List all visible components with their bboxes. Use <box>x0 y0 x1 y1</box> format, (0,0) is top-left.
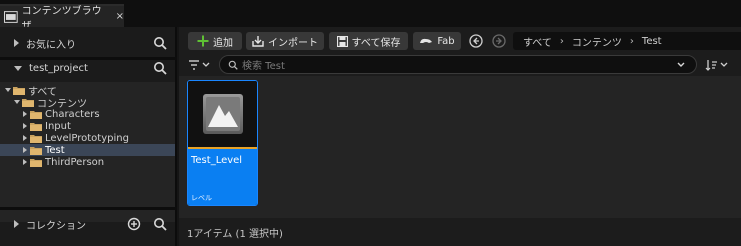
tree-item-label: Test <box>45 144 65 156</box>
tab-bar: コンテンツブラウザ × <box>0 0 741 32</box>
collapse-arrow-icon[interactable] <box>23 111 27 117</box>
tab-content-browser[interactable]: コンテンツブラウザ × <box>0 4 124 32</box>
breadcrumb-separator[interactable]: › <box>630 36 634 47</box>
asset-info: Test_Level レベル <box>188 149 257 205</box>
collapse-arrow-icon[interactable] <box>23 135 27 141</box>
asset-name: Test_Level <box>191 155 243 166</box>
forward-arrow-icon[interactable] <box>492 34 506 48</box>
expand-arrow-icon[interactable] <box>5 88 11 92</box>
plus-icon <box>197 35 209 47</box>
breadcrumb-item-content[interactable]: コンテンツ <box>572 34 622 49</box>
collapse-arrow-icon[interactable] <box>23 123 27 129</box>
search-icon[interactable] <box>153 61 167 75</box>
import-button[interactable]: インポート <box>246 32 324 50</box>
save-icon <box>336 35 348 47</box>
tree-item-label: LevelPrototyping <box>45 132 129 144</box>
status-text: 1アイテム (1 選択中) <box>187 228 283 240</box>
content-browser-icon <box>4 10 18 23</box>
folder-icon <box>13 86 25 95</box>
level-icon <box>202 94 243 134</box>
filter-icon[interactable] <box>187 58 213 72</box>
search-icon <box>228 60 238 70</box>
import-label: インポート <box>268 37 318 49</box>
asset-tile[interactable]: Test_Level レベル <box>187 80 258 206</box>
asset-type: レベル <box>191 194 212 202</box>
collapse-arrow-icon[interactable] <box>23 147 27 153</box>
breadcrumb-item-test[interactable]: Test <box>642 36 662 47</box>
add-label: 追加 <box>213 37 233 49</box>
chevron-down-icon[interactable] <box>676 60 686 70</box>
search-icon[interactable] <box>153 217 167 231</box>
chevron-down-icon <box>14 65 22 71</box>
asset-panel: 追加 インポート すべて保存 Fab すべて › コンテンツ › Test 検索… <box>179 27 741 246</box>
favorites-label: お気に入り <box>26 39 76 51</box>
tree-item-test[interactable]: Test <box>0 144 175 156</box>
folder-icon <box>30 134 42 143</box>
back-arrow-icon[interactable] <box>469 34 483 48</box>
folder-icon <box>30 146 42 155</box>
folder-icon <box>22 98 34 107</box>
tree-item-label: Input <box>45 120 71 132</box>
search-input[interactable]: 検索 Test <box>219 55 697 74</box>
fab-label: Fab <box>437 35 455 47</box>
search-placeholder: 検索 Test <box>242 61 285 72</box>
search-icon[interactable] <box>153 36 167 50</box>
collections-header[interactable]: コレクション <box>0 210 177 238</box>
add-circle-icon[interactable] <box>127 217 141 231</box>
toolbar: 追加 インポート すべて保存 Fab すべて › コンテンツ › Test <box>179 27 741 54</box>
breadcrumb-item-all[interactable]: すべて <box>523 34 552 49</box>
folder-icon <box>30 158 42 167</box>
asset-grid: Test_Level レベル <box>179 76 741 218</box>
status-bar: 1アイテム (1 選択中) <box>179 218 741 246</box>
save-all-label: すべて保存 <box>351 37 401 49</box>
tab-close-button[interactable]: × <box>116 11 124 22</box>
folder-tree: すべて コンテンツ Characters Input LevelPrototyp… <box>0 82 175 222</box>
sources-panel: お気に入り test_project すべて コンテンツ Characters <box>0 27 177 246</box>
collections-label: コレクション <box>26 220 86 232</box>
fab-button[interactable]: Fab <box>413 32 461 50</box>
search-row: 検索 Test <box>179 54 741 76</box>
tree-item-characters[interactable]: Characters <box>0 108 175 120</box>
folder-icon <box>30 110 42 119</box>
asset-thumbnail <box>188 81 257 147</box>
import-icon <box>252 36 264 47</box>
folder-icon <box>30 122 42 131</box>
tree-item-label: ThirdPerson <box>45 156 105 168</box>
tree-item-thirdperson[interactable]: ThirdPerson <box>0 156 175 168</box>
collapse-arrow-icon[interactable] <box>23 159 27 165</box>
breadcrumb-separator[interactable]: › <box>560 36 564 47</box>
project-header[interactable]: test_project <box>0 53 177 83</box>
project-label: test_project <box>29 62 88 74</box>
tree-item-content[interactable]: コンテンツ <box>0 96 175 110</box>
add-button[interactable]: 追加 <box>188 32 242 50</box>
chevron-right-icon <box>14 39 19 47</box>
fab-icon <box>420 38 433 43</box>
breadcrumb: すべて › コンテンツ › Test <box>513 32 741 50</box>
sort-icon[interactable] <box>705 58 731 72</box>
save-all-button[interactable]: すべて保存 <box>329 32 408 50</box>
tree-item-levelprototyping[interactable]: LevelPrototyping <box>0 132 175 144</box>
chevron-right-icon <box>14 220 19 228</box>
expand-arrow-icon[interactable] <box>14 100 20 104</box>
tree-item-label: Characters <box>45 108 100 120</box>
tree-item-all[interactable]: すべて <box>0 84 175 98</box>
tree-item-input[interactable]: Input <box>0 120 175 132</box>
